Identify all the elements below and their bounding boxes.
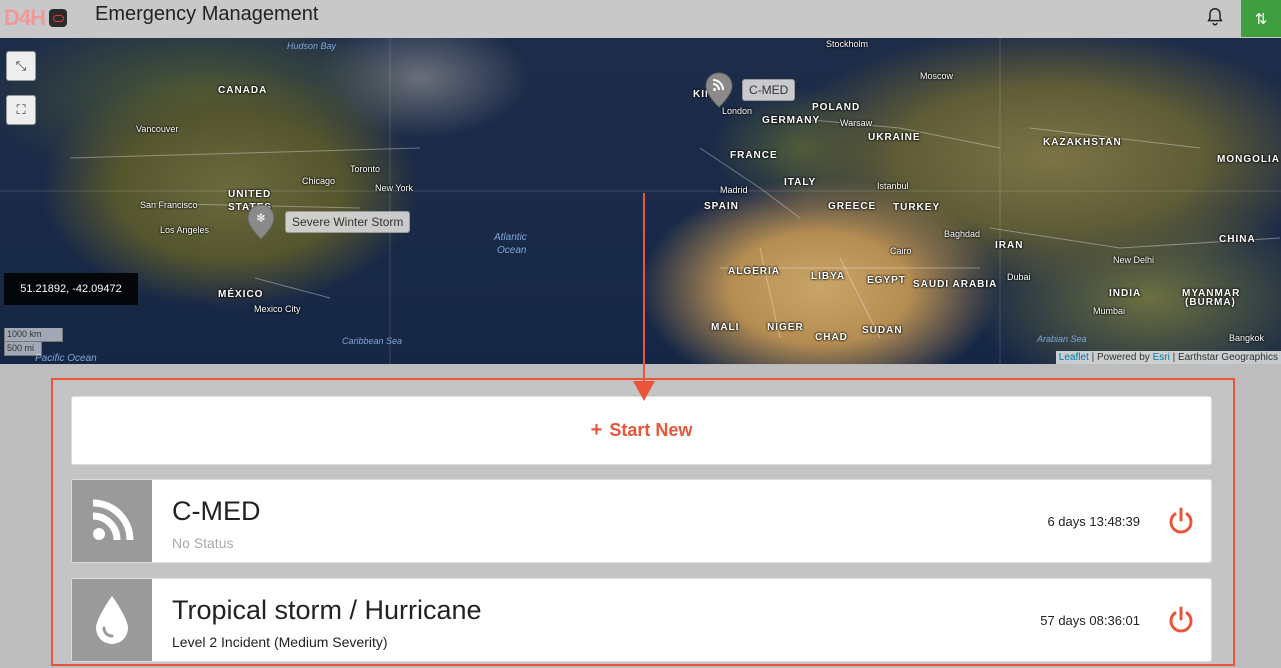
fullscreen-icon: ⛶: [16, 102, 26, 117]
map-label: Cairo: [890, 246, 912, 256]
coordinates-readout: 51.21892, -42.09472: [4, 273, 138, 305]
map-label: TURKEY: [893, 202, 941, 213]
d4h-logo[interactable]: D4H: [4, 5, 68, 31]
snowflake-icon: ❄: [256, 211, 266, 225]
map-label: Stockholm: [826, 39, 869, 49]
map-label: NIGER: [767, 322, 804, 333]
map-label: KAZAKHSTAN: [1043, 137, 1122, 148]
map-label: CANADA: [218, 85, 268, 96]
incident-duration: 6 days 13:48:39: [1047, 514, 1140, 529]
map-label: Mumbai: [1093, 306, 1126, 316]
collapse-icon: ⤡: [15, 58, 27, 73]
incident-title: Tropical storm / Hurricane: [172, 595, 482, 625]
incident-icon-box: [72, 480, 152, 562]
map-marker-c-med[interactable]: [705, 72, 733, 108]
water-drop-icon: [96, 596, 128, 644]
plus-icon: +: [590, 419, 603, 441]
marker-label-c-med[interactable]: C-MED: [742, 79, 796, 101]
map-label: Dubai: [1007, 272, 1031, 282]
map-label: Caribbean Sea: [342, 336, 403, 346]
esri-link[interactable]: Esri: [1153, 352, 1170, 363]
map-label: GERMANY: [762, 115, 821, 126]
incident-icon-box: [72, 579, 152, 661]
map-view[interactable]: Hudson Bay CANADA Vancouver Toronto Chic…: [0, 38, 1281, 364]
map-label: ALGERIA: [728, 266, 780, 277]
map-label: Istanbul: [877, 181, 909, 191]
incident-duration: 57 days 08:36:01: [1040, 613, 1140, 628]
attribution-text: | Powered by: [1088, 352, 1153, 363]
map-label: Ocean: [497, 245, 527, 256]
power-icon[interactable]: [1167, 606, 1195, 634]
power-icon[interactable]: [1167, 507, 1195, 535]
sort-button[interactable]: ⇅: [1241, 0, 1281, 37]
map-label: Hudson Bay: [287, 41, 337, 51]
map-label: Bangkok: [1229, 333, 1265, 343]
incident-card-tropical-storm[interactable]: Tropical storm / Hurricane Level 2 Incid…: [71, 578, 1212, 662]
map-label: SAUDI ARABIA: [913, 279, 998, 290]
map-label: Moscow: [920, 71, 954, 81]
map-label: Los Angeles: [160, 225, 210, 235]
bell-icon[interactable]: [1204, 6, 1226, 28]
collapse-map-button[interactable]: ⤡: [6, 51, 36, 81]
infinity-icon: [49, 9, 68, 27]
map-label: SUDAN: [862, 325, 903, 336]
annotation-arrow-head: [633, 381, 655, 401]
marker-label-winter-storm[interactable]: Severe Winter Storm: [285, 211, 411, 233]
scale-mi: 500 mi: [4, 342, 42, 356]
map-label: EGYPT: [867, 275, 906, 286]
map-label: INDIA: [1109, 288, 1142, 299]
map-label: LIBYA: [811, 271, 846, 282]
rss-feed-icon: [92, 499, 134, 541]
scale-km: 1000 km: [4, 328, 63, 342]
start-new-label: Start New: [609, 420, 693, 440]
incident-panel: + Start New C-MED No Status 6 days 13:48…: [51, 378, 1235, 666]
start-new-button[interactable]: + Start New: [71, 396, 1212, 465]
map-label: New York: [375, 183, 414, 193]
incident-status: No Status: [172, 535, 234, 551]
map-label: Pacific Ocean: [35, 353, 97, 364]
map-label: Vancouver: [136, 124, 179, 134]
map-label: SPAIN: [704, 201, 739, 212]
incident-title: C-MED: [172, 496, 261, 526]
top-bar: D4H Emergency Management ⇅: [0, 0, 1281, 39]
map-label: New Delhi: [1113, 255, 1155, 265]
map-label: CHINA: [1219, 234, 1256, 245]
map-label: Mexico City: [254, 304, 301, 314]
map-label: Baghdad: [944, 229, 981, 239]
map-label: (BURMA): [1185, 297, 1236, 308]
page-title: Emergency Management: [95, 3, 319, 25]
map-label: Toronto: [350, 164, 381, 174]
map-label: San Francisco: [140, 200, 198, 210]
map-label: MONGOLIA: [1217, 154, 1280, 165]
logo-text: D4H: [4, 5, 46, 30]
map-label: CHAD: [815, 332, 848, 343]
map-label: MÉXICO: [218, 289, 264, 300]
map-label: Madrid: [720, 185, 748, 195]
map-label: MALI: [711, 322, 740, 333]
map-label: Atlantic: [494, 232, 527, 243]
attribution-text: | Earthstar Geographics: [1169, 352, 1278, 363]
map-attribution: Leaflet | Powered by Esri | Earthstar Ge…: [1055, 351, 1281, 364]
map-label: Warsaw: [840, 118, 873, 128]
map-label: FRANCE: [730, 150, 778, 161]
annotation-arrow-line: [643, 193, 645, 383]
map-label: POLAND: [812, 102, 861, 113]
map-label: Chicago: [302, 176, 336, 186]
map-label: Arabian Sea: [1037, 334, 1087, 344]
map-label: UNITED: [228, 189, 272, 200]
map-label: ITALY: [784, 177, 817, 188]
map-label: IRAN: [995, 240, 1024, 251]
fullscreen-button[interactable]: ⛶: [6, 95, 36, 125]
sort-arrows-icon: ⇅: [1254, 10, 1268, 28]
map-marker-winter-storm[interactable]: ❄: [247, 204, 275, 240]
leaflet-link[interactable]: Leaflet: [1059, 352, 1089, 363]
incident-card-c-med[interactable]: C-MED No Status 6 days 13:48:39: [71, 479, 1212, 563]
map-label: GREECE: [828, 201, 877, 212]
incident-status: Level 2 Incident (Medium Severity): [172, 634, 388, 650]
map-label: UKRAINE: [868, 132, 921, 143]
